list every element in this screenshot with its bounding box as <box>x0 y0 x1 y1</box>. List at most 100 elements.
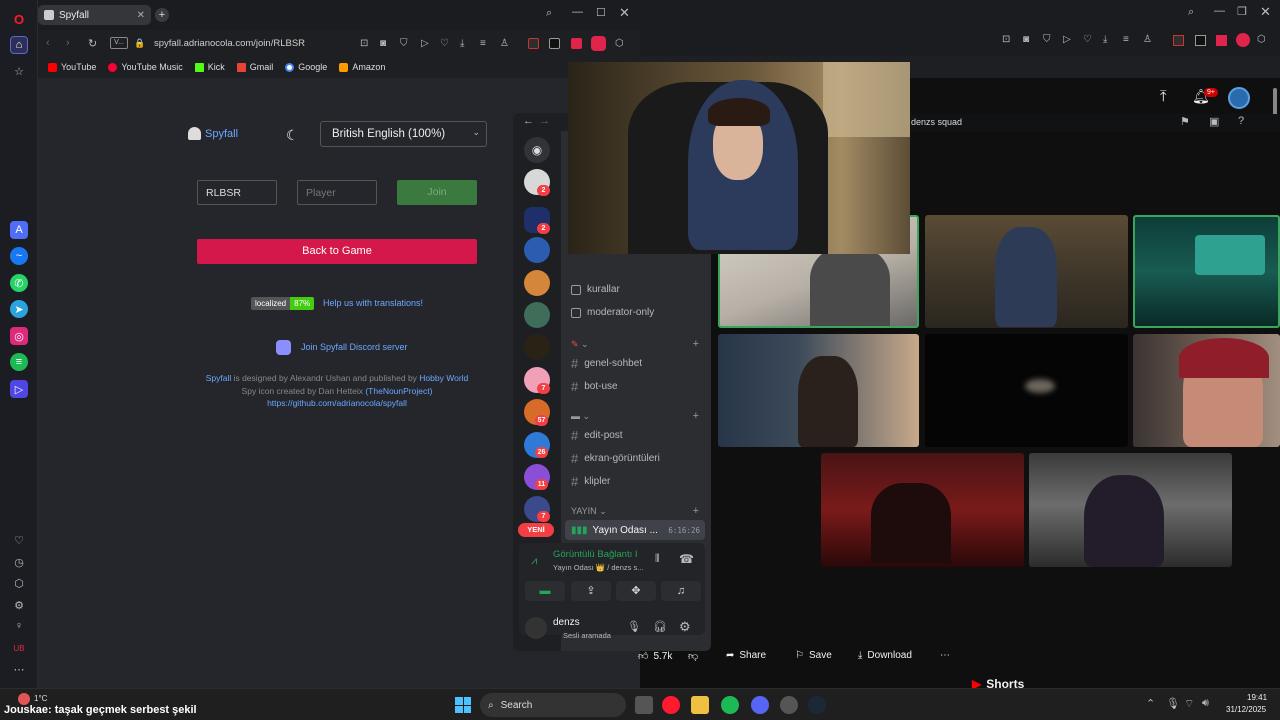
participant-tile-2[interactable] <box>925 215 1128 328</box>
clock-time[interactable]: 19:41 <box>1247 693 1267 702</box>
clock-date[interactable]: 31/12/2025 <box>1226 705 1266 714</box>
search-tabs-icon[interactable]: ⌕ <box>546 7 552 20</box>
add-channel-3-icon[interactable]: + <box>693 505 699 517</box>
soundboard-button[interactable]: ♫ <box>661 581 701 601</box>
user-avatar[interactable] <box>525 617 547 639</box>
box-icon[interactable]: ⬡ <box>10 574 28 592</box>
camera-right-icon[interactable]: ◙ <box>1023 34 1029 45</box>
play-right-icon[interactable]: ▷ <box>1063 34 1071 45</box>
upload-icon[interactable]: ⤒ <box>1160 88 1167 105</box>
participant-tile-6[interactable] <box>1133 334 1280 447</box>
user-settings-icon[interactable]: ⚙ <box>679 619 691 635</box>
mic-tray-icon[interactable]: 🎙︎ <box>1166 697 1180 710</box>
profile-right-icon[interactable]: ♙ <box>1143 34 1152 45</box>
channel-moderator-only[interactable]: moderator-only <box>571 307 654 318</box>
ext-right-3-icon[interactable] <box>1216 35 1227 46</box>
bookmark-amazon[interactable]: Amazon <box>339 62 385 72</box>
search-tabs-right-icon[interactable]: ⌕ <box>1188 6 1194 19</box>
close-right-icon[interactable]: ✕ <box>1260 4 1271 20</box>
category-media[interactable]: ▬ ⌄ <box>571 411 590 422</box>
channel-edit-post[interactable]: # edit-post <box>571 428 623 443</box>
participant-tile-3[interactable] <box>1133 215 1280 328</box>
discord-forward-icon[interactable]: → <box>539 115 550 127</box>
bookmark-youtube-music[interactable]: YouTube Music <box>108 62 183 72</box>
new-tab-icon[interactable]: + <box>155 8 169 22</box>
ext-right-5-icon[interactable]: ⬡ <box>1257 34 1266 45</box>
help-translations-link[interactable]: Help us with translations! <box>323 298 423 308</box>
play-icon[interactable]: ▷ <box>421 38 429 49</box>
player-name-input[interactable]: Player <box>297 180 377 205</box>
aria-icon[interactable]: A <box>10 221 28 239</box>
scrollbar[interactable] <box>1273 88 1277 116</box>
server-icon-3[interactable] <box>524 237 550 263</box>
snapshot-icon[interactable]: ⊡ <box>360 38 368 49</box>
bookmark-youtube[interactable]: YouTube <box>48 62 96 72</box>
extension-3-icon[interactable] <box>571 38 582 49</box>
vpn-icon[interactable]: UB <box>10 639 28 657</box>
avatar[interactable] <box>1228 87 1250 109</box>
channel-bot-use[interactable]: # bot-use <box>571 379 618 394</box>
opera-logo-icon[interactable]: O <box>10 10 28 28</box>
heart-icon[interactable]: ♡ <box>10 531 28 549</box>
dislike-button[interactable]: 👎︎ <box>688 650 698 662</box>
camera-button[interactable]: ▬ <box>525 581 565 601</box>
participant-tile-4[interactable] <box>718 334 919 447</box>
discord-back-icon[interactable]: ← <box>523 115 534 127</box>
more-actions-button[interactable]: ⋯ <box>940 650 950 661</box>
headphones-icon[interactable]: 🎧︎ <box>653 620 667 633</box>
forward-icon[interactable]: › <box>66 37 70 49</box>
spyfall-credit-link[interactable]: Spyfall <box>206 373 232 383</box>
camera-icon[interactable]: ◙ <box>380 38 386 49</box>
steam-taskbar-icon[interactable] <box>808 696 826 714</box>
bulb-icon[interactable]: ♀ <box>10 617 28 635</box>
join-button[interactable]: Join <box>397 180 477 205</box>
heart-outline-icon[interactable]: ♡ <box>440 38 449 49</box>
bookmark-kick[interactable]: Kick <box>194 62 225 72</box>
voice-channel-yayin-odasi[interactable]: ▮▮▮ Yayın Odası ... 6:16:26 <box>565 520 705 540</box>
task-view-icon[interactable] <box>635 696 653 714</box>
channel-kurallar[interactable]: kurallar <box>571 284 620 295</box>
history-icon[interactable]: ◷ <box>10 553 28 571</box>
save-button[interactable]: ⚐ Save <box>795 650 832 661</box>
disconnect-icon[interactable]: ☎ <box>679 552 694 566</box>
instagram-icon[interactable]: ◎ <box>10 327 28 345</box>
ext-right-4-icon[interactable] <box>1236 33 1250 47</box>
ublock-icon[interactable] <box>591 36 606 51</box>
menu-right-icon[interactable]: ≡ <box>1123 34 1129 45</box>
category-yayin[interactable]: YAYIN ⌄ <box>571 506 607 517</box>
noise-suppression-icon[interactable]: ⫴ <box>655 553 660 566</box>
like-button[interactable]: 👍︎ 5.7k <box>638 650 672 663</box>
opera-taskbar-icon[interactable] <box>662 696 680 714</box>
spotify-taskbar-icon[interactable] <box>721 696 739 714</box>
discord-server-link[interactable]: Join Spyfall Discord server <box>301 342 408 352</box>
discord-home-icon[interactable]: ◉ <box>524 137 550 163</box>
minimize-icon[interactable]: — <box>572 6 583 18</box>
start-button[interactable] <box>455 697 471 713</box>
menu-icon[interactable]: ≡ <box>480 38 486 49</box>
download-button[interactable]: ⤓ Download <box>858 650 912 661</box>
microphone-icon[interactable]: 🎙︎ <box>627 620 641 633</box>
room-code-input[interactable]: RLBSR <box>197 180 277 205</box>
help-icon[interactable]: ? <box>1238 115 1244 127</box>
tab-spyfall[interactable]: Spyfall ✕ <box>38 5 151 25</box>
more-icon[interactable]: ⋯ <box>10 660 28 678</box>
extension-2-icon[interactable] <box>549 38 560 49</box>
tray-chevron-icon[interactable]: ⌃ <box>1146 697 1155 710</box>
taskbar-search[interactable]: ⌕ Search <box>480 693 626 717</box>
star-icon[interactable]: ☆ <box>10 62 28 80</box>
bookmark-google[interactable]: Google <box>285 62 327 72</box>
channel-klipler[interactable]: # klipler <box>571 474 610 489</box>
app-taskbar-icon[interactable] <box>780 696 798 714</box>
weather-temp[interactable]: 1°C <box>34 694 47 703</box>
add-channel-2-icon[interactable]: + <box>693 410 699 422</box>
snapshot-right-icon[interactable]: ⊡ <box>1002 34 1010 45</box>
settings-icon[interactable]: ⚙ <box>10 596 28 614</box>
back-icon[interactable]: ‹ <box>46 37 50 49</box>
share-button[interactable]: ➦ Share <box>726 650 766 661</box>
server-icon-4[interactable] <box>524 270 550 296</box>
reload-icon[interactable]: ↻ <box>88 37 97 50</box>
spotify-icon[interactable]: ≡ <box>10 353 28 371</box>
heart-right-icon[interactable]: ♡ <box>1083 34 1092 45</box>
connection-subtitle[interactable]: Yayın Odası 👑 / denzs s... <box>553 563 644 572</box>
home-icon[interactable]: ⌂ <box>10 36 28 54</box>
